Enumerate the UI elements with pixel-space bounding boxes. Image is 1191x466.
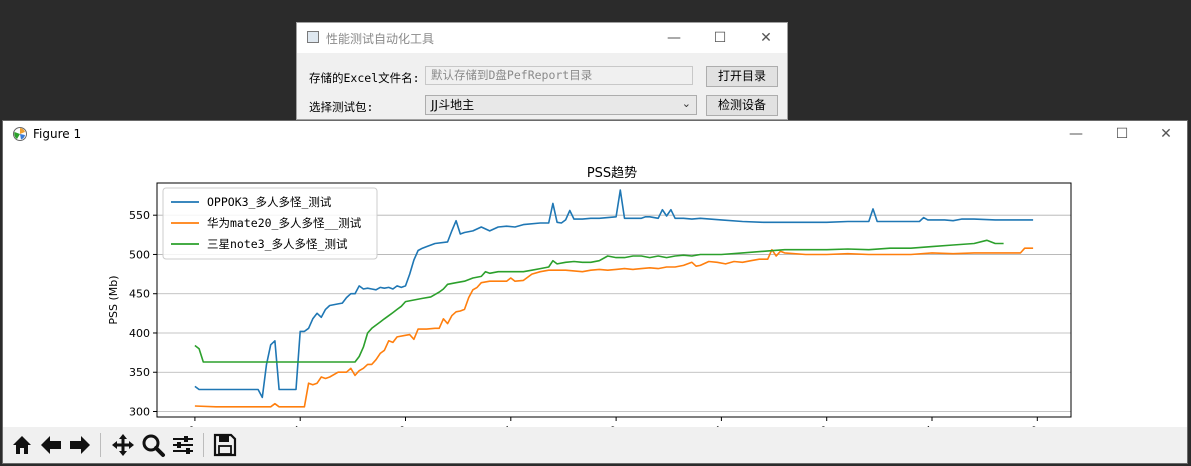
back-arrow-icon[interactable] bbox=[37, 431, 65, 459]
subplots-icon[interactable] bbox=[169, 431, 197, 459]
save-icon[interactable] bbox=[211, 431, 239, 459]
toolbar-separator bbox=[100, 433, 101, 457]
y-tick-label: 350 bbox=[129, 366, 150, 379]
tool-window: 性能测试自动化工具 — 存储的Excel文件名: 默认存储到D盘PefRepor… bbox=[296, 22, 788, 120]
y-tick-label: 500 bbox=[129, 248, 150, 261]
open-directory-button[interactable]: 打开目录 bbox=[706, 66, 778, 87]
home-icon[interactable] bbox=[8, 431, 36, 459]
pan-icon[interactable] bbox=[109, 431, 137, 459]
package-select-value: JJ斗地主 bbox=[431, 98, 475, 112]
legend: OPPOK3_多人多怪_测试华为mate20_多人多怪__测试三星note3_多… bbox=[162, 187, 378, 260]
tool-maximize-button[interactable]: ☐ bbox=[697, 23, 743, 53]
detect-device-button[interactable]: 检测设备 bbox=[706, 95, 778, 116]
matplotlib-logo-icon bbox=[13, 127, 27, 141]
y-tick-label: 450 bbox=[129, 288, 150, 301]
chart-canvas: PSS趋势 3003504004505005500255075100125150… bbox=[107, 165, 1072, 427]
tool-close-button[interactable]: ✕ bbox=[743, 23, 789, 53]
y-tick-label: 550 bbox=[129, 209, 150, 222]
package-select[interactable]: JJ斗地主 ⌄ bbox=[425, 95, 697, 115]
chart-title: PSS趋势 bbox=[587, 165, 637, 181]
chevron-down-icon: ⌄ bbox=[681, 97, 691, 110]
app-icon bbox=[307, 31, 319, 43]
y-axis-label: PSS (Mb) bbox=[107, 275, 120, 324]
figure-window: Figure 1 — ☐ ✕ PSS趋势 3003504004505005500… bbox=[2, 120, 1188, 464]
y-tick-label: 300 bbox=[129, 406, 150, 419]
series-line-2 bbox=[194, 247, 1034, 408]
figure-titlebar: Figure 1 — ☐ ✕ bbox=[3, 121, 1187, 147]
legend-label: 三星note3_多人多怪_测试 bbox=[207, 237, 348, 251]
figure-maximize-button[interactable]: ☐ bbox=[1099, 119, 1145, 149]
excel-label: 存储的Excel文件名: bbox=[309, 71, 420, 85]
tool-window-title: 性能测试自动化工具 bbox=[326, 32, 435, 46]
figure-toolbar bbox=[3, 427, 1187, 463]
figure-close-button[interactable]: ✕ bbox=[1143, 119, 1189, 149]
figure-minimize-button[interactable]: — bbox=[1053, 119, 1099, 149]
forward-arrow-icon[interactable] bbox=[66, 431, 94, 459]
legend-label: 华为mate20_多人多怪__测试 bbox=[207, 216, 362, 230]
excel-filename-input[interactable]: 默认存储到D盘PefReport目录 bbox=[425, 66, 693, 85]
toolbar-separator bbox=[203, 433, 204, 457]
y-tick-label: 400 bbox=[129, 327, 150, 340]
legend-label: OPPOK3_多人多怪_测试 bbox=[207, 195, 332, 209]
zoom-icon[interactable] bbox=[139, 431, 167, 459]
minimize-button[interactable]: — bbox=[651, 23, 697, 53]
package-label: 选择测试包: bbox=[309, 100, 374, 114]
figure-title: Figure 1 bbox=[33, 127, 82, 141]
